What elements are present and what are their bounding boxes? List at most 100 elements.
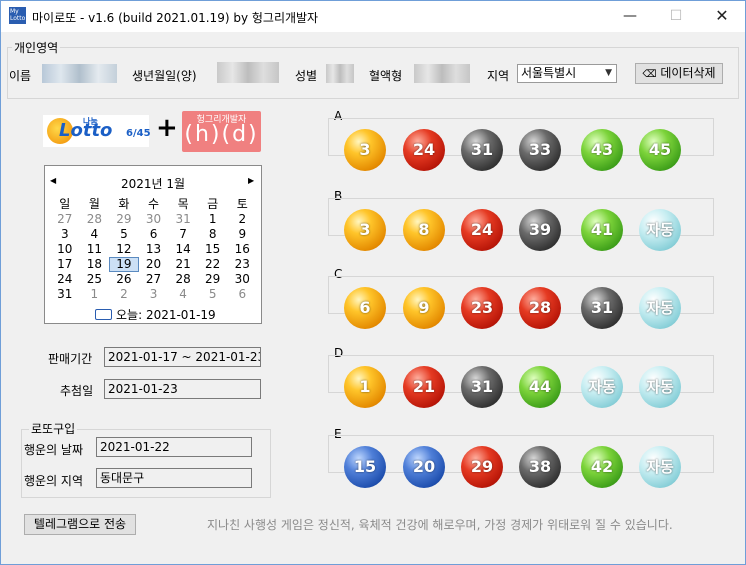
calendar-day[interactable]: 1: [198, 212, 228, 227]
developer-logo-mark: (h)(d): [184, 122, 259, 147]
calendar-day[interactable]: 28: [80, 212, 110, 227]
today-marker-icon: [95, 309, 112, 320]
calendar-day[interactable]: 17: [50, 257, 80, 272]
calendar-day[interactable]: 5: [198, 287, 228, 302]
calendar-day[interactable]: 7: [168, 227, 198, 242]
calendar-day[interactable]: 9: [227, 227, 257, 242]
lotto-ball: 1: [344, 366, 386, 408]
calendar-day[interactable]: 4: [168, 287, 198, 302]
calendar-grid: 일 월 화 수 목 금 토 27 28 29 30 31 1 2 3 4 5 6 7 8 9 10 11 12 13 14 15 16…: [50, 197, 257, 302]
calendar-day[interactable]: 29: [109, 212, 139, 227]
maximize-button[interactable]: ☐: [653, 1, 699, 32]
lotto-ball: 29: [461, 446, 503, 488]
telegram-send-button[interactable]: 텔레그램으로 전송: [24, 514, 136, 535]
calendar-day[interactable]: 24: [50, 272, 80, 287]
birth-field[interactable]: [217, 62, 279, 83]
calendar-today-label: 오늘: 2021-01-19: [116, 308, 216, 322]
calendar-day[interactable]: 22: [198, 257, 228, 272]
calendar-day[interactable]: 18: [80, 257, 110, 272]
calendar-day[interactable]: 21: [168, 257, 198, 272]
lotto-ball: 자동: [639, 209, 681, 251]
developer-logo: 헝그리개발자 (h)(d): [182, 111, 261, 152]
calendar-weekday: 일: [59, 197, 71, 211]
calendar-day[interactable]: 2: [109, 287, 139, 302]
close-button[interactable]: ✕: [699, 1, 745, 32]
calendar-day[interactable]: 16: [227, 242, 257, 257]
calendar-day[interactable]: 20: [139, 257, 169, 272]
calendar-weekday: 월: [88, 197, 100, 211]
delete-icon: ⌫: [642, 69, 657, 80]
lotto-ball: 41: [581, 209, 623, 251]
app-window: My Lotto 마이로또 - v1.6 (build 2021.01.19) …: [0, 0, 746, 565]
calendar-week-row: 27 28 29 30 31 1 2: [50, 212, 257, 227]
calendar-day[interactable]: 8: [198, 227, 228, 242]
calendar-month-title[interactable]: 2021년 1월: [45, 175, 261, 192]
lotto-ball: 24: [403, 129, 445, 171]
calendar-day[interactable]: 23: [227, 257, 257, 272]
calendar-day[interactable]: 14: [168, 242, 198, 257]
delete-data-label: 데이터삭제: [660, 66, 716, 80]
calendar-day[interactable]: 11: [80, 242, 110, 257]
calendar-day[interactable]: 27: [50, 212, 80, 227]
sale-period-label: 판매기간: [48, 352, 93, 366]
calendar-day[interactable]: 19: [109, 257, 139, 272]
calendar-day[interactable]: 26: [109, 272, 139, 287]
calendar-day[interactable]: 3: [50, 227, 80, 242]
lotto-ball: 9: [403, 287, 445, 329]
blood-label: 혈액형: [369, 69, 403, 83]
gender-label: 성별: [295, 69, 318, 83]
sale-period-field: 2021-01-17 ~ 2021-01-23: [104, 347, 261, 367]
lotto-ball: 45: [639, 129, 681, 171]
lotto-ball: 43: [581, 129, 623, 171]
calendar-day[interactable]: 30: [227, 272, 257, 287]
lotto-ball: 자동: [639, 446, 681, 488]
lucky-date-label: 행운의 날짜: [24, 443, 84, 457]
calendar-day[interactable]: 10: [50, 242, 80, 257]
lotto-ball: 33: [519, 129, 561, 171]
lotto-ball: 21: [403, 366, 445, 408]
calendar-day[interactable]: 29: [198, 272, 228, 287]
calendar-day[interactable]: 31: [50, 287, 80, 302]
calendar-day[interactable]: 31: [168, 212, 198, 227]
region-select-value: 서울특별시: [521, 66, 577, 80]
minimize-button[interactable]: —: [607, 1, 653, 32]
delete-data-button[interactable]: ⌫ 데이터삭제: [635, 63, 723, 84]
lotto-ball: 6: [344, 287, 386, 329]
calendar-day[interactable]: 12: [109, 242, 139, 257]
calendar-day[interactable]: 28: [168, 272, 198, 287]
lotto-ball: 20: [403, 446, 445, 488]
calendar-day[interactable]: 5: [109, 227, 139, 242]
calendar-day[interactable]: 6: [227, 287, 257, 302]
lotto-ball: 28: [519, 287, 561, 329]
calendar-day[interactable]: 6: [139, 227, 169, 242]
calendar-day[interactable]: 30: [139, 212, 169, 227]
chevron-down-icon: ▼: [605, 68, 612, 78]
lucky-date-field: 2021-01-22: [96, 437, 252, 457]
gender-select[interactable]: [326, 64, 354, 83]
region-select[interactable]: 서울특별시 ▼: [517, 64, 617, 83]
calendar-week-row: 24 25 26 27 28 29 30: [50, 272, 257, 287]
lotto-ball: 23: [461, 287, 503, 329]
birth-label: 생년월일(양): [132, 69, 197, 83]
lucky-region-field: 동대문구: [96, 468, 252, 488]
calendar-day[interactable]: 15: [198, 242, 228, 257]
calendar[interactable]: ◀ 2021년 1월 ▶ 일 월 화 수 목 금 토 27 28 29 30 31 1 2 3 4 5 6 7 8 9 1…: [44, 165, 262, 324]
name-field[interactable]: [42, 64, 117, 83]
calendar-next-button[interactable]: ▶: [248, 176, 254, 185]
window-title: 마이로또 - v1.6 (build 2021.01.19) by 헝그리개발자: [32, 11, 319, 25]
lotto-ball: 39: [519, 209, 561, 251]
calendar-day[interactable]: 25: [80, 272, 110, 287]
calendar-day[interactable]: 13: [139, 242, 169, 257]
lotto-logo-sub: 6/45: [126, 128, 151, 139]
calendar-day[interactable]: 4: [80, 227, 110, 242]
lotto-ball: 31: [461, 129, 503, 171]
blood-select[interactable]: [414, 64, 470, 83]
calendar-today[interactable]: 오늘: 2021-01-19: [95, 306, 216, 323]
lotto-ball: 3: [344, 129, 386, 171]
calendar-weekday: 금: [207, 197, 219, 211]
calendar-day[interactable]: 2: [227, 212, 257, 227]
calendar-day[interactable]: 3: [139, 287, 169, 302]
calendar-day[interactable]: 1: [80, 287, 110, 302]
personal-group-label: 개인영역: [12, 39, 61, 56]
calendar-day[interactable]: 27: [139, 272, 169, 287]
